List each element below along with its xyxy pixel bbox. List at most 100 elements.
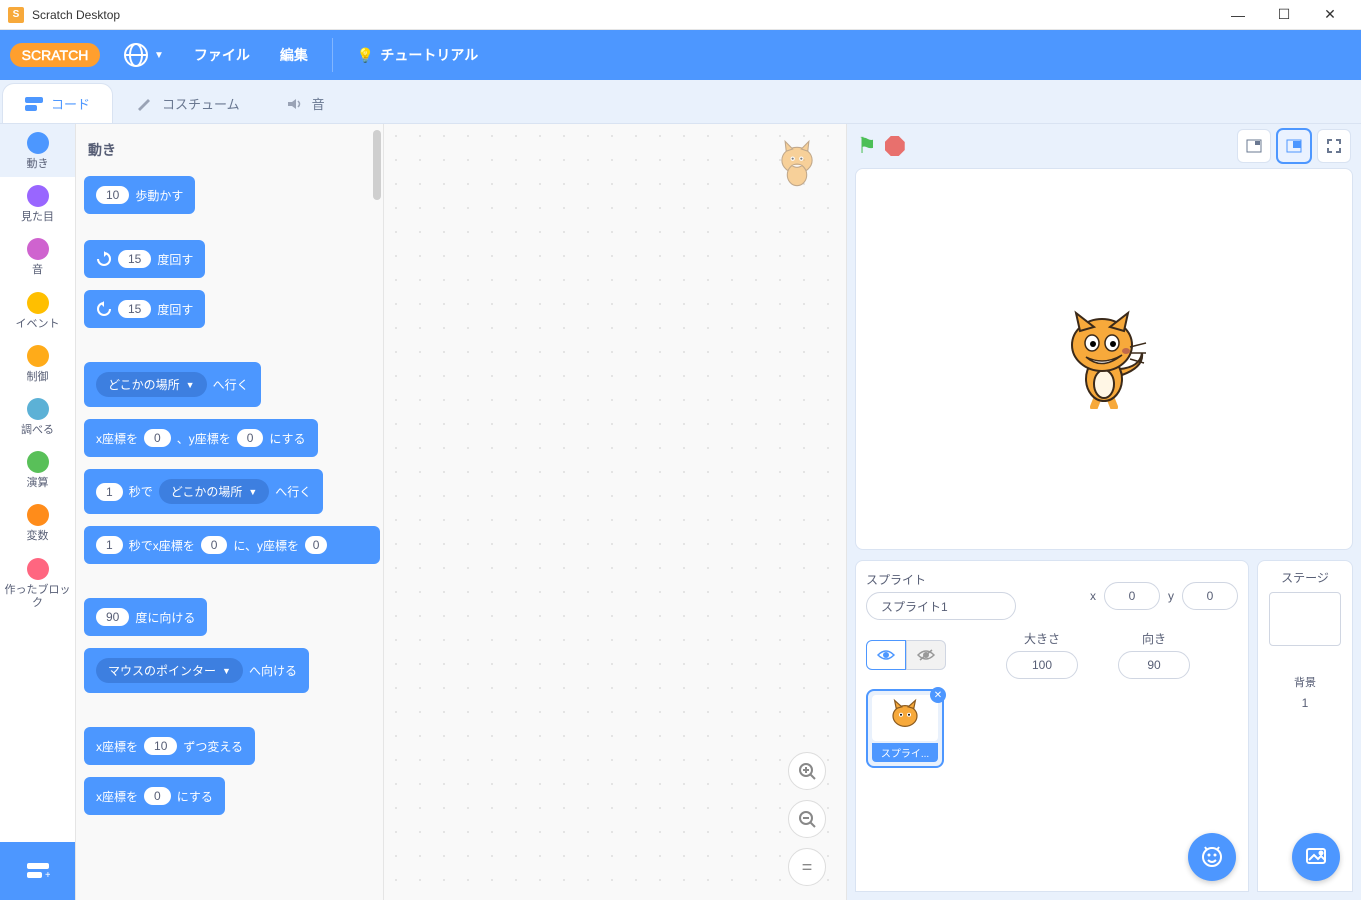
sprite-size-input[interactable] xyxy=(1006,651,1078,679)
category-label: 音 xyxy=(32,264,43,277)
window-titlebar: S Scratch Desktop — ☐ ✕ xyxy=(0,0,1361,30)
block-set-x[interactable]: x座標を0にする xyxy=(84,777,225,815)
sprite-watermark xyxy=(770,136,824,190)
tab-code-label: コード xyxy=(51,94,90,113)
block-turn-cw[interactable]: 15度回す xyxy=(84,240,205,278)
category-label: 動き xyxy=(27,158,49,171)
block-glide-to[interactable]: 1秒でどこかの場所▼へ行く xyxy=(84,469,323,514)
block-point-dir[interactable]: 90度に向ける xyxy=(84,598,207,636)
chevron-down-icon: ▼ xyxy=(154,50,164,61)
backpack-button[interactable]: + xyxy=(0,842,76,900)
stop-button[interactable] xyxy=(885,136,905,156)
y-label: y xyxy=(1168,589,1174,603)
workspace[interactable]: = xyxy=(384,124,847,900)
tab-code[interactable]: コード xyxy=(2,83,113,123)
glide-to-dropdown[interactable]: どこかの場所▼ xyxy=(159,479,270,504)
category-dot xyxy=(27,238,49,260)
add-sprite-button[interactable] xyxy=(1188,833,1236,881)
window-minimize-button[interactable]: — xyxy=(1215,0,1261,30)
category-イベント[interactable]: イベント xyxy=(0,284,75,337)
globe-icon xyxy=(124,43,148,67)
visibility-toggle[interactable] xyxy=(866,640,946,670)
block-turn-ccw[interactable]: 15度回す xyxy=(84,290,205,328)
block-goto-xy[interactable]: x座標を0、y座標を0にする xyxy=(84,419,318,457)
language-menu[interactable]: ▼ xyxy=(118,43,170,67)
category-音[interactable]: 音 xyxy=(0,230,75,283)
category-制御[interactable]: 制御 xyxy=(0,337,75,390)
block-point-to[interactable]: マウスのポインター▼へ向ける xyxy=(84,648,309,693)
point-to-dropdown[interactable]: マウスのポインター▼ xyxy=(96,658,243,683)
goto-dropdown[interactable]: どこかの場所▼ xyxy=(96,372,207,397)
category-見た目[interactable]: 見た目 xyxy=(0,177,75,230)
block-goto[interactable]: どこかの場所▼へ行く xyxy=(84,362,261,407)
category-dot xyxy=(27,345,49,367)
backdrops-label: 背景 xyxy=(1294,674,1316,690)
sprite-label: スプライト xyxy=(866,571,1016,588)
category-dot xyxy=(27,451,49,473)
zoom-out-button[interactable] xyxy=(788,800,826,838)
category-dot xyxy=(27,398,49,420)
tutorials-menu[interactable]: 💡 チュートリアル xyxy=(351,45,484,65)
window-close-button[interactable]: ✕ xyxy=(1307,0,1353,30)
sprite-name-input[interactable] xyxy=(866,592,1016,620)
palette-section-title: 動き xyxy=(88,140,383,160)
green-flag-button[interactable]: ⚑ xyxy=(857,133,877,159)
stage-thumbnail[interactable] xyxy=(1269,592,1341,646)
add-backdrop-button[interactable] xyxy=(1292,833,1340,881)
tab-sounds-label: 音 xyxy=(312,94,325,113)
zoom-in-button[interactable] xyxy=(788,752,826,790)
chevron-down-icon: ▼ xyxy=(186,380,195,390)
category-dot xyxy=(27,185,49,207)
category-dot xyxy=(27,292,49,314)
code-icon xyxy=(25,97,43,111)
sprite-thumbnail[interactable]: ✕ スプライ... xyxy=(866,689,944,768)
file-menu[interactable]: ファイル xyxy=(188,45,256,65)
sprite-on-stage[interactable] xyxy=(1054,309,1154,409)
block-move-steps[interactable]: 10歩動かす xyxy=(84,176,195,214)
category-dot xyxy=(27,132,49,154)
svg-text:SCRATCH: SCRATCH xyxy=(22,47,89,63)
paintbrush-icon xyxy=(136,97,154,111)
category-label: 調べる xyxy=(21,424,54,437)
category-動き[interactable]: 動き xyxy=(0,124,75,177)
category-調べる[interactable]: 調べる xyxy=(0,390,75,443)
category-演算[interactable]: 演算 xyxy=(0,443,75,496)
hide-button[interactable] xyxy=(906,640,946,670)
direction-label: 向き xyxy=(1142,630,1166,647)
category-label: 見た目 xyxy=(21,211,54,224)
sprite-direction-input[interactable] xyxy=(1118,651,1190,679)
scratch-logo[interactable]: SCRATCH xyxy=(10,39,100,71)
category-label: イベント xyxy=(16,318,60,331)
sprite-panel: スプライト x y 大きさ xyxy=(855,560,1249,892)
sprite-y-input[interactable] xyxy=(1182,582,1238,610)
category-作ったブロック[interactable]: 作ったブロック xyxy=(0,550,75,616)
window-maximize-button[interactable]: ☐ xyxy=(1261,0,1307,30)
block-glide-xy[interactable]: 1秒でx座標を0に、y座標を0 xyxy=(84,526,380,564)
stage[interactable] xyxy=(855,168,1353,550)
show-button[interactable] xyxy=(866,640,906,670)
tab-costumes[interactable]: コスチューム xyxy=(113,83,263,123)
stage-size-small-button[interactable] xyxy=(1237,129,1271,163)
category-dot xyxy=(27,504,49,526)
edit-menu[interactable]: 編集 xyxy=(274,45,314,65)
turn-ccw-icon xyxy=(96,301,112,317)
window-title: Scratch Desktop xyxy=(32,8,1215,22)
fullscreen-button[interactable] xyxy=(1317,129,1351,163)
chevron-down-icon: ▼ xyxy=(222,666,231,676)
zoom-reset-button[interactable]: = xyxy=(788,848,826,886)
svg-text:+: + xyxy=(45,870,50,880)
tabs-row: コード コスチューム 音 xyxy=(0,80,1361,124)
tab-sounds[interactable]: 音 xyxy=(263,83,348,123)
delete-sprite-button[interactable]: ✕ xyxy=(930,687,946,703)
stage-size-large-button[interactable] xyxy=(1277,129,1311,163)
sprite-x-input[interactable] xyxy=(1104,582,1160,610)
category-label: 制御 xyxy=(27,371,49,384)
palette-scrollbar[interactable] xyxy=(373,130,381,200)
block-palette[interactable]: 動き 10歩動かす 15度回す 15度回す どこかの場所▼へ行く x座標を0、y… xyxy=(76,124,384,900)
category-label: 作ったブロック xyxy=(0,584,75,610)
category-変数[interactable]: 変数 xyxy=(0,496,75,549)
stage-controls: ⚑ xyxy=(847,124,1361,168)
block-change-x[interactable]: x座標を10ずつ変える xyxy=(84,727,255,765)
chevron-down-icon: ▼ xyxy=(248,487,257,497)
category-column: 動き見た目音イベント制御調べる演算変数作ったブロック + xyxy=(0,124,76,900)
